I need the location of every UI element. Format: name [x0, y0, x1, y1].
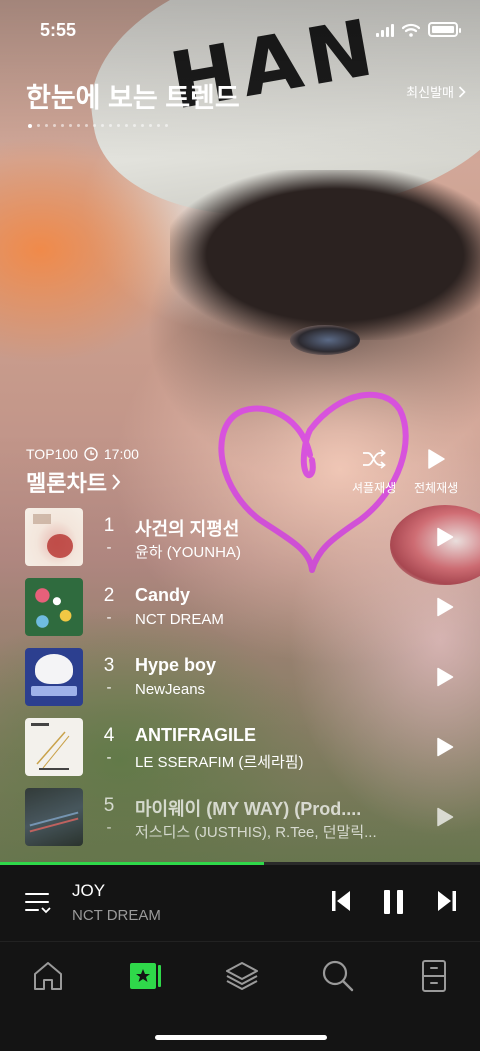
album-cover[interactable]	[25, 718, 83, 776]
carousel-dot	[109, 124, 112, 127]
play-icon[interactable]	[436, 597, 454, 617]
play-icon	[428, 449, 445, 469]
status-bar: 5:55	[0, 0, 480, 60]
play-icon[interactable]	[436, 667, 454, 687]
album-cover[interactable]	[25, 788, 83, 846]
rank-number: 1	[103, 515, 115, 536]
search-icon	[322, 960, 354, 992]
play-icon[interactable]	[436, 737, 454, 757]
chart-row[interactable]: 2 - Candy NCT DREAM	[0, 577, 480, 647]
album-art-lines	[31, 723, 70, 770]
song-title: Candy	[135, 585, 191, 605]
chart-row[interactable]: 4 - ANTIFRAGILE LE SSERAFIM (르세라핌)	[0, 717, 480, 787]
album-cover[interactable]	[25, 578, 83, 636]
tab-my-music[interactable]	[126, 956, 166, 996]
chart-list: 1 - 사건의 지평선 윤하 (YOUNHA) 2 - Candy NCT DR…	[0, 507, 480, 857]
carousel-dot	[85, 124, 88, 127]
chevron-right-icon	[112, 474, 121, 490]
song-artist[interactable]: LE SSERAFIM (르세라핌)	[135, 751, 304, 772]
shuffle-icon	[363, 449, 386, 469]
next-track-icon[interactable]	[436, 889, 458, 913]
chart-meta: TOP100 17:00	[26, 446, 139, 462]
tab-home[interactable]	[28, 956, 68, 996]
now-playing-artist: NCT DREAM	[72, 907, 161, 924]
cellular-signal-icon	[376, 23, 394, 37]
carousel-indicator[interactable]	[28, 123, 168, 128]
carousel-dot	[165, 124, 168, 127]
album-cover[interactable]	[25, 648, 83, 706]
song-title: Hype boy	[135, 655, 217, 675]
pause-icon[interactable]	[382, 889, 406, 915]
carousel-dot	[45, 124, 48, 127]
status-icons	[376, 22, 461, 37]
layers-icon	[226, 962, 258, 990]
song-artist[interactable]: NCT DREAM	[135, 611, 224, 628]
carousel-dot	[28, 123, 32, 128]
carousel-dot	[133, 124, 136, 127]
chart-title-link[interactable]: 멜론차트	[26, 466, 121, 498]
chart-row[interactable]: 3 - Hype boy NewJeans	[0, 647, 480, 717]
previous-track-icon[interactable]	[330, 889, 352, 913]
carousel-dot	[37, 124, 40, 127]
hero-hair	[170, 170, 480, 340]
shuffle-play-label: 셔플재생	[352, 481, 397, 495]
song-title: 마이웨이 (MY WAY) (Prod....	[135, 799, 362, 819]
clock-icon	[84, 447, 98, 461]
chart-update-time: 17:00	[103, 446, 139, 462]
carousel-dot	[157, 124, 160, 127]
carousel-dot	[125, 124, 128, 127]
rank-change: -	[106, 609, 112, 626]
rank-change: -	[106, 749, 112, 766]
chart-title: 멜론차트	[26, 471, 107, 496]
rank-change: -	[106, 539, 112, 556]
now-playing-title: JOY	[72, 881, 106, 900]
play-all-label: 전체재생	[414, 481, 459, 495]
tab-search[interactable]	[318, 956, 358, 996]
carousel-dot	[101, 124, 104, 127]
carousel-dot	[149, 124, 152, 127]
rank-change: -	[106, 679, 112, 696]
battery-icon	[428, 22, 461, 37]
mini-player[interactable]: JOY NCT DREAM	[0, 865, 480, 941]
song-title: 사건의 지평선	[135, 519, 240, 539]
play-icon[interactable]	[436, 807, 454, 827]
wifi-icon	[402, 23, 420, 37]
chart-row[interactable]: 5 - 마이웨이 (MY WAY) (Prod.... 저스디스 (JUSTHI…	[0, 787, 480, 857]
chart-top-label: TOP100	[26, 446, 78, 462]
song-artist[interactable]: NewJeans	[135, 681, 205, 698]
play-all-button[interactable]: 전체재생	[414, 448, 458, 496]
album-cover[interactable]	[25, 508, 83, 566]
hero-eye	[290, 325, 360, 355]
playlist-icon[interactable]	[24, 890, 52, 916]
play-icon[interactable]	[436, 527, 454, 547]
rank-change: -	[106, 819, 112, 836]
rank-number: 5	[103, 795, 115, 816]
new-release-link[interactable]: 최신발매	[406, 82, 466, 101]
status-time: 5:55	[40, 20, 77, 40]
home-indicator[interactable]	[155, 1035, 327, 1040]
song-artist[interactable]: 저스디스 (JUSTHIS), R.Tee, 던말릭...	[135, 821, 377, 842]
home-icon	[34, 962, 62, 990]
rank-number: 2	[103, 585, 115, 606]
carousel-dot	[93, 124, 96, 127]
carousel-dot	[61, 124, 64, 127]
song-artist[interactable]: 윤하 (YOUNHA)	[135, 541, 241, 562]
carousel-dot	[77, 124, 80, 127]
trend-title: 한눈에 보는 트렌드	[26, 83, 240, 113]
carousel-dot	[141, 124, 144, 127]
chart-row[interactable]: 1 - 사건의 지평선 윤하 (YOUNHA)	[0, 507, 480, 577]
carousel-dot	[53, 124, 56, 127]
song-title: ANTIFRAGILE	[135, 725, 256, 745]
rank-number: 4	[103, 725, 115, 746]
my-music-icon	[130, 963, 161, 989]
carousel-dot	[69, 124, 72, 127]
library-icon	[422, 960, 446, 992]
chevron-right-icon	[458, 85, 466, 98]
tab-browse[interactable]	[222, 956, 262, 996]
carousel-dot	[117, 124, 120, 127]
tab-library[interactable]	[414, 956, 454, 996]
shuffle-play-button[interactable]: 셔플재생	[352, 448, 396, 496]
new-release-label: 최신발매	[406, 85, 454, 100]
rank-number: 3	[103, 655, 115, 676]
